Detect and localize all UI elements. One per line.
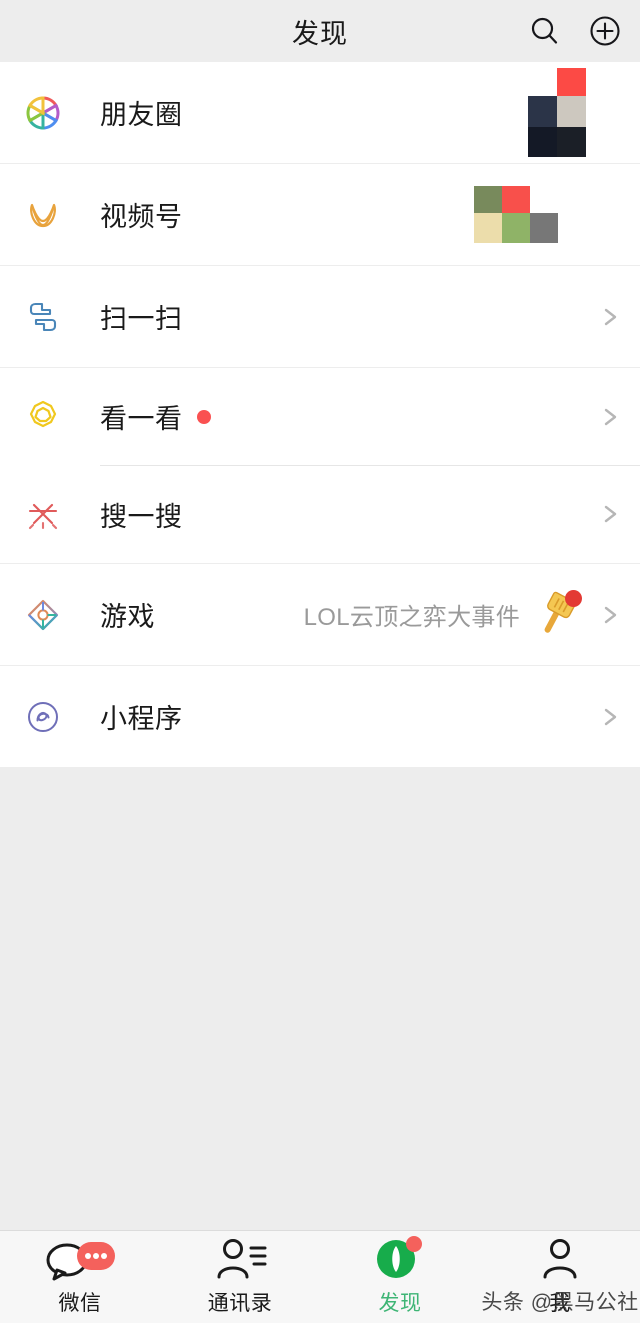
person-icon bbox=[535, 1237, 585, 1281]
moments-photo-preview[interactable] bbox=[528, 68, 586, 157]
list-item-label: 朋友圈 bbox=[100, 93, 183, 132]
tab-discover[interactable]: 发现 bbox=[320, 1231, 480, 1323]
top-stories-icon bbox=[18, 392, 68, 442]
preview-cell bbox=[502, 186, 530, 213]
preview-cell bbox=[474, 186, 502, 213]
red-dot-badge bbox=[197, 410, 211, 424]
list-item-subtitle: LOL云顶之弈大事件 bbox=[304, 597, 520, 632]
chevron-right-icon bbox=[600, 700, 622, 734]
tab-contacts[interactable]: 通讯录 bbox=[160, 1231, 320, 1323]
contacts-icon bbox=[210, 1237, 270, 1281]
spatula-emoji bbox=[530, 589, 582, 641]
tab-label: 通讯录 bbox=[208, 1287, 273, 1317]
section-mini-programs: 小程序 bbox=[0, 666, 640, 767]
list-item-label: 扫一扫 bbox=[100, 297, 183, 336]
tab-label: 微信 bbox=[59, 1287, 102, 1317]
section-moments: 朋友圈 bbox=[0, 62, 640, 163]
app-header: 发现 bbox=[0, 0, 640, 62]
preview-cell bbox=[557, 127, 586, 157]
search-sparkle-icon bbox=[18, 489, 68, 539]
channels-icon bbox=[18, 190, 68, 240]
watermark: 头条 @黑马公社 bbox=[481, 1286, 638, 1316]
preview-cell bbox=[557, 96, 586, 127]
wechat-discover-screen: 发现 bbox=[0, 0, 640, 1323]
chevron-right-icon bbox=[600, 497, 622, 531]
section-channels: 视频号 bbox=[0, 164, 640, 265]
list-item-mini-programs[interactable]: 小程序 bbox=[0, 666, 640, 767]
plus-circle-icon[interactable] bbox=[588, 14, 622, 48]
section-look-search: 看一看 bbox=[0, 368, 640, 563]
games-diamond-icon bbox=[18, 590, 68, 640]
list-item-top-stories[interactable]: 看一看 bbox=[0, 368, 640, 465]
list-item-search[interactable]: 搜一搜 bbox=[0, 465, 640, 563]
compass-icon bbox=[372, 1237, 428, 1281]
channels-video-preview[interactable] bbox=[474, 186, 558, 243]
page-title: 发现 bbox=[292, 12, 348, 51]
tab-label: 发现 bbox=[379, 1287, 422, 1317]
preview-cell bbox=[528, 96, 557, 127]
red-dot-badge bbox=[565, 590, 582, 607]
preview-cell bbox=[502, 213, 530, 243]
tab-chats[interactable]: 微信 bbox=[0, 1231, 160, 1323]
mini-program-icon bbox=[18, 692, 68, 742]
list-item-label: 小程序 bbox=[100, 697, 183, 736]
header-actions bbox=[528, 0, 622, 62]
chevron-right-icon bbox=[600, 300, 622, 334]
preview-cell bbox=[557, 68, 586, 96]
moments-aperture-icon bbox=[18, 88, 68, 138]
tab-me[interactable]: 我 头条 @黑马公社 bbox=[480, 1231, 640, 1323]
section-games: 游戏 LOL云顶之弈大事件 bbox=[0, 564, 640, 665]
scan-icon bbox=[18, 292, 68, 342]
chevron-right-icon bbox=[600, 400, 622, 434]
list-item-label: 看一看 bbox=[100, 397, 183, 436]
list-item-label: 搜一搜 bbox=[100, 495, 183, 534]
bottom-tab-bar: 微信 通讯录 发现 bbox=[0, 1230, 640, 1323]
preview-cell bbox=[530, 213, 558, 243]
chevron-right-icon bbox=[600, 598, 622, 632]
search-icon[interactable] bbox=[528, 14, 562, 48]
preview-cell bbox=[474, 213, 502, 243]
section-scan: 扫一扫 bbox=[0, 266, 640, 367]
list-item-label: 视频号 bbox=[100, 195, 183, 234]
chat-bubbles-icon bbox=[41, 1237, 119, 1281]
preview-cell bbox=[528, 127, 557, 157]
list-item-scan[interactable]: 扫一扫 bbox=[0, 266, 640, 367]
list-item-games[interactable]: 游戏 LOL云顶之弈大事件 bbox=[0, 564, 640, 665]
list-item-label: 游戏 bbox=[100, 595, 155, 634]
